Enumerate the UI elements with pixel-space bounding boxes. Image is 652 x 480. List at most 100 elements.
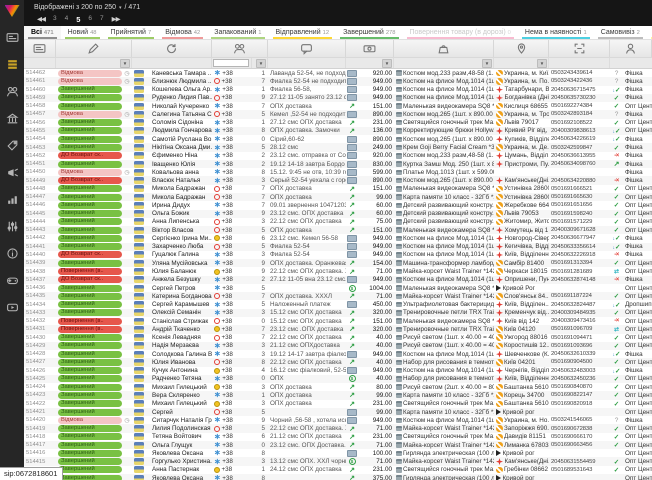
table-row[interactable]: 514443ЗавершенийВіктор Власов+385ОПХ дос… — [24, 226, 652, 234]
status-tab[interactable]: Завершений278 — [336, 26, 402, 39]
bag-icon[interactable] — [394, 40, 494, 57]
video-icon[interactable] — [0, 294, 24, 321]
person-icon[interactable] — [610, 40, 652, 57]
page-number[interactable]: 6 — [88, 15, 92, 24]
table-row[interactable]: 514437ДО Возврат ск..Анжела Безушку∗+382… — [24, 276, 652, 284]
status-tab[interactable]: Нема в наявності1 — [518, 26, 594, 39]
order-id: 514448 — [24, 186, 56, 192]
table-row[interactable]: 514436ЗавершенийСергей Петров∗+385$1004.… — [24, 284, 652, 292]
table-row[interactable]: 514417ЗавершенийОльга Глущук∗+38023.12 с… — [24, 441, 652, 449]
table-row[interactable]: 514415ЗавершенийГоргулько Христина..∗+38… — [24, 457, 652, 465]
money-icon[interactable] — [346, 40, 394, 57]
tag-icon[interactable] — [0, 132, 24, 159]
product-filter-dropdown[interactable]: ▼ — [482, 59, 492, 68]
status-tab[interactable]: Запакований1 — [207, 26, 268, 39]
table-row[interactable]: 514459ЗавершенийРуденко Лидия Пав..+3892… — [24, 94, 652, 102]
table-row[interactable]: 514453ЗавершенийНікітіна Оксана Дми..∗+3… — [24, 143, 652, 151]
chat-bubble-icon[interactable] — [268, 40, 346, 57]
table-row[interactable]: 514462Відмова◷Каневська Тамара ..∗+381Ла… — [24, 69, 652, 77]
table-row[interactable]: 514429ЗавершенийНадія Мерзаєва∗+38321.12… — [24, 342, 652, 350]
table-row[interactable]: 514420Відмова◷Ситарчук Наталія Гр..∗+389… — [24, 416, 652, 424]
status-filter-dropdown[interactable]: ▼ — [120, 59, 130, 68]
page-number[interactable]: 7 — [100, 15, 104, 24]
table-row[interactable]: 514421ЗавершенийСергей+38599.00Карта пам… — [24, 408, 652, 416]
table-row[interactable]: 514431Повернення (в..Андрій Ткаченко+387… — [24, 325, 652, 333]
status-tab[interactable]: Всі471 — [24, 26, 61, 39]
table-row[interactable]: 514461Відмова◷Близнюк Людмила ..+387Фиал… — [24, 77, 652, 85]
table-row[interactable]: 514428ЗавершенийСолодкова Галина В..∗+38… — [24, 350, 652, 358]
table-row[interactable]: 514413ЗавершенийЯковлева Оксана∗+388↗375… — [24, 474, 652, 480]
first-page-button[interactable]: ◀◀ — [37, 15, 45, 23]
table-row[interactable]: 514422ЗавершенийМихаил Гилецький+383ОПХ … — [24, 400, 652, 408]
table-row[interactable]: 514450Відмова◷Ковальова анна∗+38815.12. … — [24, 168, 652, 176]
table-row[interactable]: 514454ЗавершенийСамотій Руслана Во..∗+38… — [24, 135, 652, 143]
status-tab[interactable]: Самовивіз2 — [594, 26, 647, 39]
bank-icon[interactable] — [0, 105, 24, 132]
table-row[interactable]: 514448ЗавершенийМикола Бадражан+387ОПХ д… — [24, 185, 652, 193]
table-row[interactable]: 514441ЗавершенийЗахарченко Люба+385Фиалк… — [24, 243, 652, 251]
table-row[interactable]: 514426ЗавершенийКучук Антонина+38416.12 … — [24, 367, 652, 375]
contact-card-icon[interactable] — [24, 40, 56, 57]
last-page-button[interactable]: ▶▶ — [112, 15, 120, 23]
table-row[interactable]: 514419ЗавершенийЛилия Подолинская+38522.… — [24, 424, 652, 432]
city-filter-dropdown[interactable]: ▼ — [537, 59, 547, 68]
status-badge: Завершений — [58, 392, 122, 399]
table-row[interactable]: 514442ЗавершенийСергієнко Ірина Ми..+386… — [24, 234, 652, 242]
table-row[interactable]: 514435ЗавершенийКатерина Богданова+387ОП… — [24, 292, 652, 300]
card-icon[interactable] — [0, 24, 24, 51]
refresh-icon[interactable] — [132, 40, 212, 57]
table-row[interactable]: 514414ЗавершенийАнна Пастернак+38124.12 … — [24, 466, 652, 474]
table-row[interactable]: 514452ДО Возврат ск..Єфименко Ніна∗+3822… — [24, 152, 652, 160]
price-filter-dropdown[interactable]: ▼ — [382, 59, 392, 68]
table-row[interactable]: 514434ЗавершенийСергей Карамышев∗+385Нал… — [24, 300, 652, 308]
table-row[interactable]: 514433ЗавершенийОлексій Семанін∗+38315.1… — [24, 309, 652, 317]
table-row[interactable]: 514457Відмова◷Салегина Татьяна С..+385Ке… — [24, 110, 652, 118]
status-tab[interactable]: Відправлений12 — [269, 26, 337, 39]
table-row[interactable]: 514418ЗавершенийТетяна Войтович∗+38621.1… — [24, 433, 652, 441]
status-tab[interactable]: Сервіси0 — [647, 26, 652, 39]
table-row[interactable]: 514423ЗавершенийВера Скляренко∗+381ОПХ д… — [24, 391, 652, 399]
table-row[interactable]: 514445ЗавершенийОльга Божик∗+38923.12 см… — [24, 210, 652, 218]
table-row[interactable]: 514447ЗавершенийМикола Бадражан+387ОПХ д… — [24, 193, 652, 201]
people-icon[interactable] — [212, 40, 268, 57]
page-number[interactable]: 4 — [65, 15, 69, 24]
table-row[interactable]: 514460ЗавершенийКошелева Ольга Ар..∗+381… — [24, 86, 652, 94]
table-row[interactable]: 514425ЗавершенийРадченко Тетяна∗+380ОПХ$… — [24, 375, 652, 383]
table-row[interactable]: 514449ДО Возврат ск..Власюк Наталья∗+383… — [24, 176, 652, 184]
status-tab[interactable]: Повернення товару (в дорозі)0 — [403, 26, 518, 39]
page-number[interactable]: 3 — [53, 15, 57, 24]
table-row[interactable]: 514430ЗавершенийКсенія Левадняя+38722.12… — [24, 334, 652, 342]
sliders-icon[interactable] — [0, 213, 24, 240]
page-number[interactable]: 5 — [76, 15, 80, 24]
table-row[interactable]: 514455ЗавершенийЛюдмила Гончарова∗+388ОП… — [24, 127, 652, 135]
pencil-icon[interactable] — [56, 40, 132, 57]
status-tab[interactable]: Прийнятий7 — [104, 26, 159, 39]
gamepad-icon[interactable] — [0, 267, 24, 294]
people-icon[interactable] — [0, 78, 24, 105]
table-row[interactable]: 514440ДО Возврат ск..Гуцалюк Галина∗+383… — [24, 251, 652, 259]
orders-list-icon[interactable] — [0, 51, 24, 78]
table-row[interactable]: 514451ЗавершенийІващенко Юлія∗+38219.12 … — [24, 160, 652, 168]
status-tab[interactable]: Новий48 — [61, 26, 104, 39]
page-size-caret-icon[interactable]: ▾ — [119, 5, 122, 11]
table-row[interactable]: 514456ЗавершенийСоломія Сідоніна∗+38127.… — [24, 119, 652, 127]
count-filter-dropdown[interactable]: ▼ — [256, 59, 266, 68]
table-row[interactable]: 514446ЗавершенийИрина Дидух∗+38709.01 зв… — [24, 201, 652, 209]
table-row[interactable]: 514432Повернення (в..Станіслав Стрижак+3… — [24, 317, 652, 325]
barcode-scan-icon[interactable] — [549, 40, 610, 57]
table-row[interactable]: 514427ЗавершенийЮлия Иванова+38822.12 см… — [24, 358, 652, 366]
phone-filter-input[interactable] — [213, 59, 249, 67]
table-row[interactable]: 514416ЗавершенийЯковлева Оксана∗+388100.… — [24, 449, 652, 457]
megaphone-icon[interactable] — [0, 159, 24, 186]
table-row[interactable]: 514444ЗавершенийАнна Липенська+38322.12 … — [24, 218, 652, 226]
table-row[interactable]: 514439ЗавершенийУляна Мусійовська∗+389ОП… — [24, 259, 652, 267]
app-logo-icon[interactable] — [5, 5, 20, 17]
info-icon[interactable] — [0, 240, 24, 267]
table-row[interactable]: 514424ЗавершенийМихаил Гилецький+383ОПХ … — [24, 383, 652, 391]
status-tab[interactable]: Відмова42 — [158, 26, 207, 39]
table-row[interactable]: 514438Повернення (в..Юлия Баланюк+38922.… — [24, 267, 652, 275]
location-pin-icon[interactable] — [494, 40, 549, 57]
chart-icon[interactable] — [0, 186, 24, 213]
order-count: 3 — [252, 351, 268, 358]
table-row[interactable]: 514458ЗавершенийНиколай Кучеренко∗+387ОП… — [24, 102, 652, 110]
